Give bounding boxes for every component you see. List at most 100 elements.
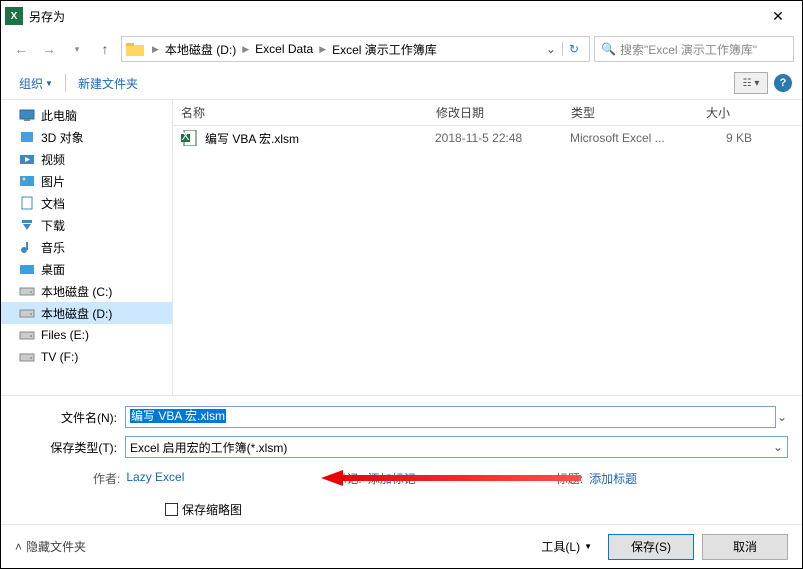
breadcrumb-item[interactable]: 本地磁盘 (D:) — [161, 41, 240, 58]
sidebar-item-label: 文档 — [41, 195, 65, 212]
sidebar-item-label: 音乐 — [41, 239, 65, 256]
nav-back-button[interactable]: ← — [9, 37, 33, 61]
filetype-label: 保存类型(T): — [15, 439, 125, 456]
drive-icon — [19, 350, 35, 364]
filename-dropdown-button[interactable]: ⌄ — [776, 410, 788, 424]
title-meta-value[interactable]: 添加标题 — [589, 470, 637, 487]
title-meta-label: 标题: — [556, 470, 583, 487]
author-value[interactable]: Lazy Excel — [126, 470, 184, 487]
sidebar-item[interactable]: 3D 对象 — [1, 126, 172, 148]
chevron-up-icon: ˄ — [15, 540, 22, 554]
organize-button[interactable]: 组织▼ — [11, 71, 61, 96]
sidebar-item[interactable]: 桌面 — [1, 258, 172, 280]
nav-toolbar: ← → ▾ ↑ ▶ 本地磁盘 (D:) ▶ Excel Data ▶ Excel… — [1, 31, 802, 67]
doc-icon — [19, 196, 35, 210]
sidebar-item[interactable]: 图片 — [1, 170, 172, 192]
save-button[interactable]: 保存(S) — [608, 534, 694, 560]
drive-icon — [19, 328, 35, 342]
file-row[interactable]: X 编写 VBA 宏.xlsm2018-11-5 22:48Microsoft E… — [173, 126, 802, 150]
close-button[interactable]: ✕ — [758, 8, 798, 25]
sidebar-item[interactable]: 视频 — [1, 148, 172, 170]
pc-icon — [19, 108, 35, 122]
author-label: 作者: — [93, 470, 120, 487]
chevron-right-icon: ▶ — [240, 44, 251, 55]
command-bar: 组织▼ 新建文件夹 ☷ ▾ ? — [1, 67, 802, 99]
hide-folders-toggle[interactable]: ˄隐藏文件夹 — [15, 538, 86, 555]
sidebar-item[interactable]: 下载 — [1, 214, 172, 236]
separator — [65, 74, 66, 92]
save-thumbnail-checkbox[interactable] — [165, 503, 178, 516]
cancel-button[interactable]: 取消 — [702, 534, 788, 560]
filename-label: 文件名(N): — [15, 409, 125, 426]
column-name[interactable]: 名称 — [181, 104, 436, 121]
file-type: Microsoft Excel ... — [570, 131, 705, 145]
view-options-button[interactable]: ☷ ▾ — [734, 72, 768, 94]
sidebar-item-label: 视频 — [41, 151, 65, 168]
breadcrumb-item[interactable]: Excel 演示工作簿库 — [328, 41, 441, 58]
sidebar-item-label: 3D 对象 — [41, 129, 84, 146]
desk-icon — [19, 262, 35, 276]
sidebar-item-label: 桌面 — [41, 261, 65, 278]
sidebar-item[interactable]: Files (E:) — [1, 324, 172, 346]
xlsm-file-icon: X — [181, 130, 199, 146]
pic-icon — [19, 174, 35, 188]
titlebar: X 另存为 ✕ — [1, 1, 802, 31]
chevron-right-icon: ▶ — [150, 44, 161, 55]
address-bar[interactable]: ▶ 本地磁盘 (D:) ▶ Excel Data ▶ Excel 演示工作簿库 … — [121, 36, 590, 62]
chevron-down-icon: ⌄ — [773, 440, 783, 454]
search-input[interactable]: 🔍 搜索"Excel 演示工作簿库" — [594, 36, 794, 62]
tag-label: 标记: — [334, 470, 361, 487]
sidebar-item-label: 本地磁盘 (D:) — [41, 305, 112, 322]
file-size: 9 KB — [705, 131, 802, 145]
sidebar-item[interactable]: 此电脑 — [1, 104, 172, 126]
sidebar-item[interactable]: 本地磁盘 (D:) — [1, 302, 172, 324]
tools-button[interactable]: 工具(L)▼ — [533, 538, 600, 555]
folder-icon — [126, 42, 144, 56]
save-thumbnail-label: 保存缩略图 — [182, 501, 242, 518]
sidebar-item-label: 下载 — [41, 217, 65, 234]
new-folder-button[interactable]: 新建文件夹 — [70, 71, 146, 96]
breadcrumb-item[interactable]: Excel Data — [251, 42, 317, 56]
sidebar-item[interactable]: 文档 — [1, 192, 172, 214]
column-size[interactable]: 大小 — [706, 104, 802, 121]
nav-forward-button[interactable]: → — [37, 37, 61, 61]
nav-recent-button[interactable]: ▾ — [65, 37, 89, 61]
dialog-footer: ˄隐藏文件夹 工具(L)▼ 保存(S) 取消 — [1, 524, 802, 568]
excel-app-icon: X — [5, 7, 23, 25]
column-header-row: 名称 修改日期 类型 大小 — [173, 100, 802, 126]
tag-value[interactable]: 添加标记 — [368, 470, 416, 487]
sidebar-item-label: 此电脑 — [41, 107, 77, 124]
search-icon: 🔍 — [601, 42, 616, 56]
chevron-right-icon: ▶ — [317, 44, 328, 55]
sidebar-item-label: Files (E:) — [41, 328, 89, 342]
sidebar-item-label: TV (F:) — [41, 350, 78, 364]
drive-icon — [19, 306, 35, 320]
file-list: 名称 修改日期 类型 大小 X 编写 VBA 宏.xlsm2018-11-5 22… — [173, 100, 802, 395]
file-date: 2018-11-5 22:48 — [435, 131, 570, 145]
sidebar-item[interactable]: TV (F:) — [1, 346, 172, 368]
search-placeholder: 搜索"Excel 演示工作簿库" — [620, 41, 757, 58]
save-as-dialog: X 另存为 ✕ ← → ▾ ↑ ▶ 本地磁盘 (D:) ▶ Excel Data… — [0, 0, 803, 569]
help-button[interactable]: ? — [774, 74, 792, 92]
music-icon — [19, 240, 35, 254]
drive-icon — [19, 284, 35, 298]
navigation-pane: 此电脑 3D 对象视频图片文档下载音乐桌面本地磁盘 (C:) 本地磁盘 (D:) Fi… — [1, 100, 173, 395]
column-date[interactable]: 修改日期 — [436, 104, 571, 121]
3d-icon — [19, 130, 35, 144]
file-name: 编写 VBA 宏.xlsm — [205, 130, 435, 147]
filetype-select[interactable]: Excel 启用宏的工作簿(*.xlsm) ⌄ — [125, 436, 788, 458]
sidebar-item-label: 本地磁盘 (C:) — [41, 283, 112, 300]
window-title: 另存为 — [29, 8, 758, 25]
save-options-panel: 文件名(N): 编写 VBA 宏.xlsm ⌄ 保存类型(T): Excel 启… — [1, 395, 802, 524]
nav-up-button[interactable]: ↑ — [93, 37, 117, 61]
address-dropdown-button[interactable]: ⌄ — [540, 42, 562, 56]
refresh-button[interactable]: ↻ — [562, 42, 585, 56]
sidebar-item[interactable]: 本地磁盘 (C:) — [1, 280, 172, 302]
column-type[interactable]: 类型 — [571, 104, 706, 121]
video-icon — [19, 152, 35, 166]
sidebar-item-label: 图片 — [41, 173, 65, 190]
main-area: 此电脑 3D 对象视频图片文档下载音乐桌面本地磁盘 (C:) 本地磁盘 (D:) Fi… — [1, 99, 802, 395]
filename-input[interactable]: 编写 VBA 宏.xlsm — [125, 406, 776, 428]
sidebar-item[interactable]: 音乐 — [1, 236, 172, 258]
down-icon — [19, 218, 35, 232]
